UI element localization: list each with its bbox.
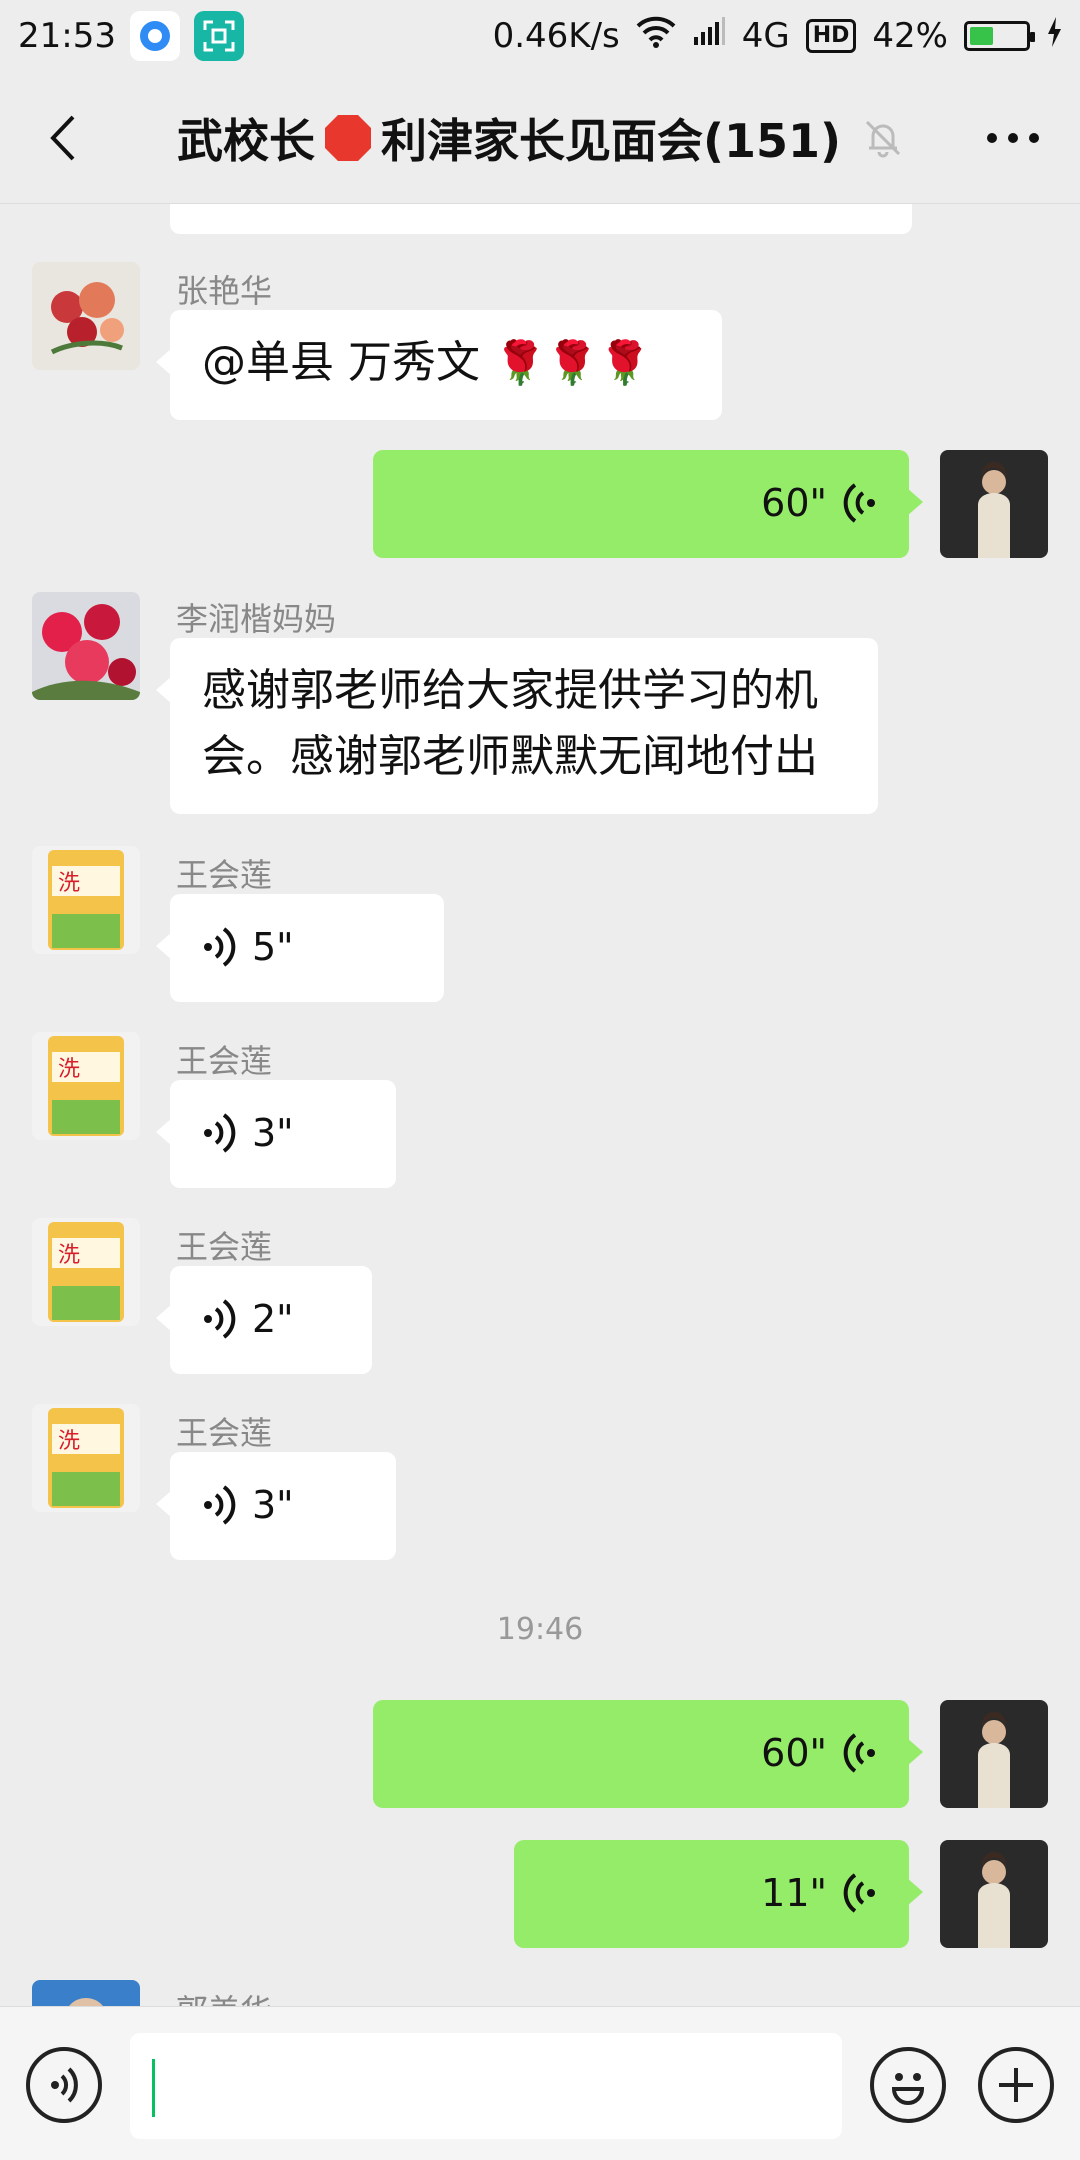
- more-icon: [987, 133, 1039, 143]
- voice-message[interactable]: 60": [373, 450, 923, 558]
- voice-wave-icon: [843, 483, 875, 523]
- message-bubble-partial: [170, 204, 912, 234]
- voice-duration: 60": [761, 1731, 827, 1775]
- text-message[interactable]: @单县 万秀文 🌹🌹🌹: [156, 310, 722, 420]
- rose-emoji: 🌹🌹🌹: [493, 338, 651, 387]
- voice-wave-icon: [204, 927, 236, 967]
- browser-notification-icon: [129, 11, 180, 61]
- svg-text:洗: 洗: [58, 1057, 80, 1082]
- self-avatar[interactable]: [940, 1840, 1048, 1948]
- voice-duration: 60": [761, 481, 827, 525]
- message-input[interactable]: [130, 2033, 842, 2139]
- voice-message[interactable]: 3": [156, 1080, 396, 1188]
- voice-duration: 5": [252, 925, 294, 969]
- svg-text:洗: 洗: [58, 871, 80, 896]
- voice-duration: 3": [252, 1483, 294, 1527]
- network-type: 4G: [741, 16, 790, 56]
- sender-name: 王会莲: [176, 1414, 273, 1452]
- voice-message[interactable]: 60": [373, 1700, 923, 1808]
- input-bar: [0, 2006, 1080, 2160]
- text-message[interactable]: 感谢郭老师给大家提供学习的机 会。感谢郭老师默默无闻地付出: [156, 638, 878, 814]
- bell-muted-icon: [865, 120, 901, 157]
- voice-message[interactable]: 5": [156, 894, 444, 1002]
- emoji-icon: [891, 2073, 925, 2105]
- sender-name: 王会莲: [176, 1228, 273, 1266]
- voice-wave-icon: [204, 1113, 236, 1153]
- avatar[interactable]: [32, 262, 140, 370]
- wifi-icon: [636, 16, 676, 57]
- sender-name: 郭美华: [176, 1986, 272, 2006]
- self-avatar[interactable]: [940, 450, 1048, 558]
- message-text-line: 感谢郭老师给大家提供学习的机: [202, 665, 818, 716]
- sender-name: 李润楷妈妈: [176, 600, 337, 638]
- sender-name: 王会莲: [176, 1042, 273, 1080]
- voice-wave-icon: [843, 1733, 875, 1773]
- voice-message[interactable]: 3": [156, 1452, 396, 1560]
- network-speed: 0.46K/s: [492, 16, 620, 56]
- timestamp: 19:46: [496, 1612, 584, 1647]
- hd-badge: HD: [805, 19, 857, 53]
- voice-wave-icon: [204, 1299, 236, 1339]
- voice-mode-button[interactable]: [26, 2047, 102, 2123]
- message-text: @单县 万秀文: [202, 337, 494, 388]
- more-functions-button[interactable]: [978, 2047, 1054, 2123]
- avatar[interactable]: 洗: [32, 1404, 140, 1512]
- scan-notification-icon: [193, 11, 244, 61]
- message-list[interactable]: 张艳华 @单县 万秀文 🌹🌹🌹 60" 李润楷妈妈 感谢郭老师给大家提供学习的机…: [0, 204, 1080, 2006]
- svg-text:洗: 洗: [58, 1243, 80, 1268]
- avatar[interactable]: [32, 592, 140, 700]
- voice-mode-icon: [51, 2067, 78, 2103]
- svg-text:洗: 洗: [58, 1429, 80, 1454]
- voice-wave-icon: [204, 1485, 236, 1525]
- status-time: 21:53: [18, 16, 116, 56]
- plus-icon: [999, 2068, 1033, 2102]
- voice-message[interactable]: 2": [156, 1266, 372, 1374]
- chat-title-part1: 武校长: [176, 113, 315, 168]
- self-avatar[interactable]: [940, 1700, 1048, 1808]
- emoji-button[interactable]: [870, 2047, 946, 2123]
- avatar[interactable]: 洗: [32, 1032, 140, 1140]
- battery-percent: 42%: [872, 16, 948, 56]
- charging-icon: [1046, 16, 1062, 56]
- more-button[interactable]: [978, 108, 1048, 168]
- message-text-line: 会。感谢郭老师默默无闻地付出: [202, 731, 818, 782]
- voice-duration: 3": [252, 1111, 294, 1155]
- chat-header: 武校长 利津家长见面会(151): [0, 72, 1080, 204]
- signal-icon: [692, 16, 726, 56]
- avatar[interactable]: [32, 1980, 140, 2006]
- avatar[interactable]: 洗: [32, 846, 140, 954]
- voice-wave-icon: [843, 1873, 875, 1913]
- stop-sign-icon: [324, 114, 371, 161]
- chat-title-part2: 利津家长见面会(151): [380, 113, 842, 168]
- sender-name: 张艳华: [176, 272, 273, 310]
- voice-message[interactable]: 11": [514, 1840, 923, 1948]
- text-cursor: [152, 2059, 155, 2117]
- avatar[interactable]: 洗: [32, 1218, 140, 1326]
- voice-duration: 2": [252, 1297, 294, 1341]
- chat-title: 武校长 利津家长见面会(151): [177, 105, 903, 171]
- voice-duration: 11": [761, 1871, 827, 1915]
- back-button[interactable]: [32, 108, 92, 168]
- battery-icon: [964, 21, 1035, 51]
- status-bar: 21:53 0.46K/s 4G HD 42%: [0, 0, 1080, 72]
- chevron-left-icon: [50, 115, 75, 161]
- sender-name: 王会莲: [176, 856, 273, 894]
